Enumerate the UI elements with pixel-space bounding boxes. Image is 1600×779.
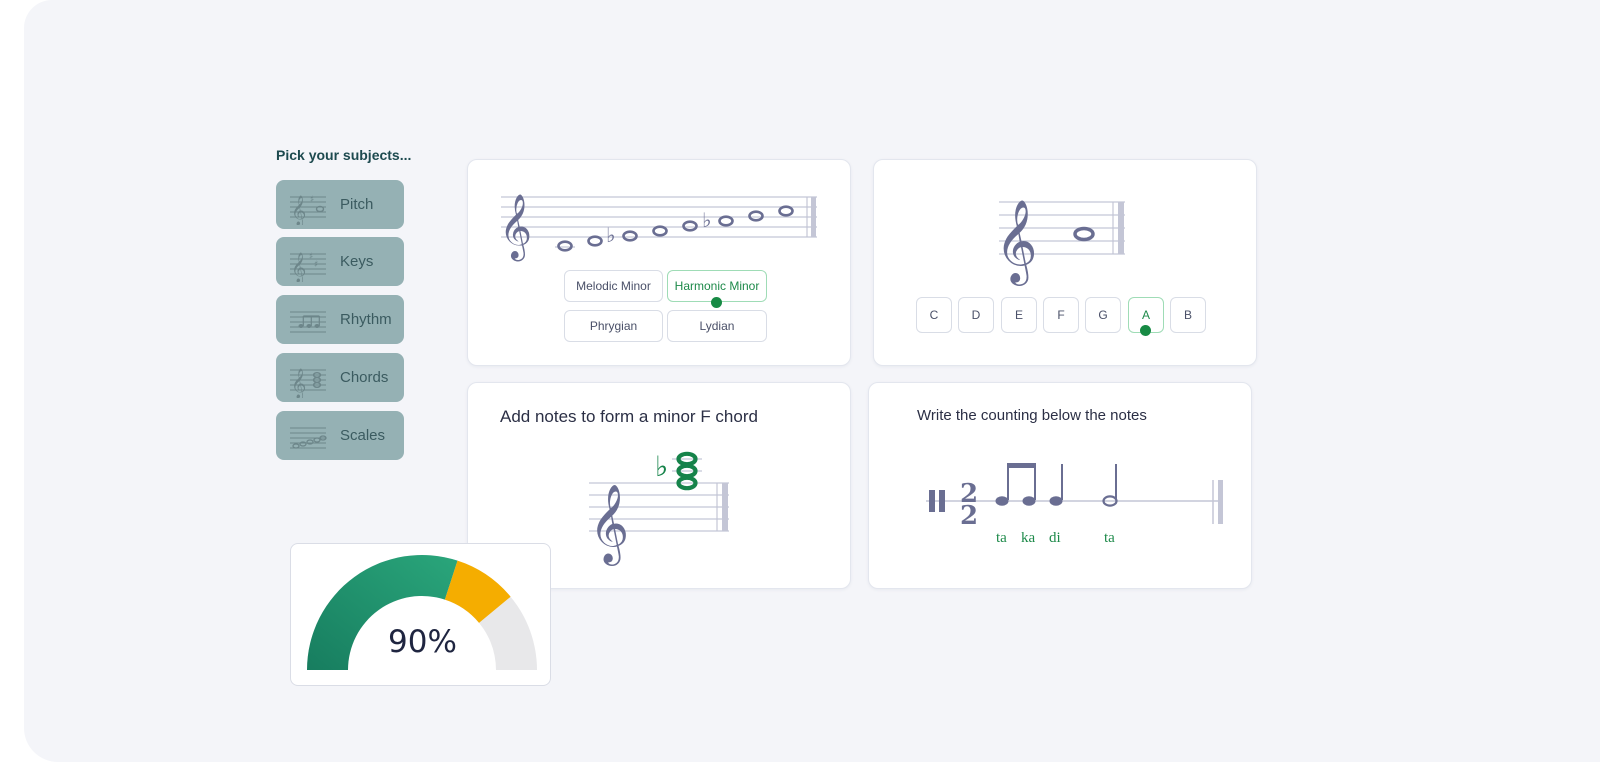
note-option-e[interactable]: E xyxy=(1001,297,1037,333)
option-phrygian[interactable]: Phrygian xyxy=(564,310,663,342)
subject-label: Chords xyxy=(340,369,389,386)
note-option-f[interactable]: F xyxy=(1043,297,1079,333)
subject-label: Keys xyxy=(340,253,374,270)
flat-icon: ♭ xyxy=(702,208,711,232)
subject-rhythm-button[interactable]: Rhythm xyxy=(276,295,404,344)
rhythm-card-title: Write the counting below the notes xyxy=(917,407,1147,424)
option-lydian[interactable]: Lydian xyxy=(667,310,767,342)
svg-text:𝄞: 𝄞 xyxy=(291,195,306,225)
background-panel xyxy=(24,0,1600,762)
svg-text:𝄞: 𝄞 xyxy=(291,252,306,282)
score-gauge xyxy=(307,555,537,670)
flat-icon: ♭ xyxy=(655,450,668,483)
score-value: 90% xyxy=(388,624,457,660)
subject-chords-button[interactable]: 𝄞 Chords xyxy=(276,353,404,402)
count-syllable: ta xyxy=(1104,530,1115,546)
check-icon xyxy=(711,297,722,308)
key-signature-icon: 𝄞 ♯ ♯ xyxy=(290,252,326,282)
time-sig-bottom: 2 xyxy=(960,501,978,530)
count-syllable: ta xyxy=(996,530,1007,546)
subject-pitch-button[interactable]: 𝄞 ♯ Pitch xyxy=(276,180,404,229)
subject-keys-button[interactable]: 𝄞 ♯ ♯ Keys xyxy=(276,237,404,286)
subjects-heading: Pick your subjects... xyxy=(276,147,412,163)
count-syllable: ka xyxy=(1021,530,1036,546)
scale-staff: 𝄞 ♭ ♭ xyxy=(499,194,817,261)
treble-clef-icon: 𝄞 xyxy=(589,484,629,566)
rhythm-staff: 2 2 xyxy=(926,463,1223,530)
note-staff: 𝄞 xyxy=(995,198,1125,286)
check-icon xyxy=(1140,325,1151,336)
rhythm-notes-icon xyxy=(290,311,326,332)
svg-text:♯: ♯ xyxy=(314,260,318,270)
chord-stack-icon: 𝄞 xyxy=(290,368,326,398)
svg-text:♯: ♯ xyxy=(310,195,314,205)
option-melodic-minor[interactable]: Melodic Minor xyxy=(564,270,663,302)
svg-text:𝄞: 𝄞 xyxy=(291,368,306,398)
chord-card-title: Add notes to form a minor F chord xyxy=(500,407,758,426)
note-option-d[interactable]: D xyxy=(958,297,994,333)
treble-clef-note-icon: 𝄞 ♯ xyxy=(290,195,326,225)
note-option-b[interactable]: B xyxy=(1170,297,1206,333)
note-option-c[interactable]: C xyxy=(916,297,952,333)
scale-notes-icon xyxy=(290,427,327,449)
subject-scales-button[interactable]: Scales xyxy=(276,411,404,460)
treble-clef-icon: 𝄞 xyxy=(499,194,532,261)
note-option-g[interactable]: G xyxy=(1085,297,1121,333)
subject-label: Rhythm xyxy=(340,311,392,328)
subject-label: Pitch xyxy=(340,196,374,213)
treble-clef-icon: 𝄞 xyxy=(995,198,1038,286)
count-syllable: di xyxy=(1049,530,1061,546)
subject-label: Scales xyxy=(340,427,386,444)
svg-text:♯: ♯ xyxy=(309,252,313,262)
flat-icon: ♭ xyxy=(606,223,615,247)
